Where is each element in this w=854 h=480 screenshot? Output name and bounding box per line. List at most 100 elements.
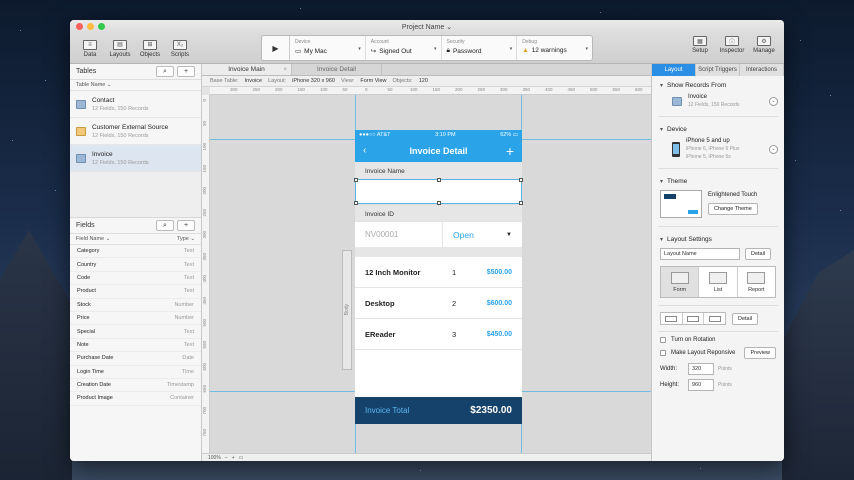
responsive-checkbox[interactable] [660, 350, 666, 356]
view-value[interactable]: Form View [360, 78, 386, 84]
device-selector-panel[interactable]: iPhone 5 and up iPhone 6, iPhone 6 Plus … [652, 136, 784, 165]
table-item[interactable]: Invoice 12 Fields, 150 Records [70, 145, 201, 172]
field-row[interactable]: Price Number [70, 312, 201, 326]
layout-toggle-icon[interactable]: ▭ [239, 455, 244, 461]
close-icon[interactable]: × [283, 67, 287, 73]
setup-button[interactable]: ▦ Setup [686, 36, 714, 54]
invoice-name-label[interactable]: Invoice Name [355, 162, 522, 179]
size-option-full[interactable] [661, 313, 683, 324]
field-row[interactable]: Purchase Date Date [70, 352, 201, 366]
field-row[interactable]: Code Text [70, 272, 201, 286]
detail-button[interactable]: Detail [745, 248, 772, 260]
field-row[interactable]: Special Text [70, 325, 201, 339]
tables-sort-header[interactable]: Table Name ⌄ [70, 80, 201, 91]
add-table-button[interactable]: + [177, 66, 195, 77]
search-button[interactable]: ⌕ [156, 220, 174, 231]
resize-handle[interactable] [354, 201, 358, 205]
invoice-name-field[interactable] [354, 178, 523, 205]
field-row[interactable]: Note Text [70, 339, 201, 353]
play-button[interactable]: ▶ [262, 36, 290, 60]
responsive-label[interactable]: Make Layout Reponsive [671, 350, 735, 356]
objects-button[interactable]: ⊞ Objects [136, 39, 164, 58]
invoice-id-label[interactable]: Invoice ID [355, 204, 522, 221]
manage-button[interactable]: ⚙ Manage [750, 36, 778, 54]
field-type-sort[interactable]: Type ⌄ [177, 236, 195, 242]
security-selector[interactable]: Security 🔒︎ Password ▾ [442, 36, 518, 60]
layout-name-input[interactable]: Layout Name [660, 248, 740, 260]
view-report-option[interactable]: Report [738, 267, 775, 297]
preview-button[interactable]: Preview [744, 347, 776, 359]
tab-interactions[interactable]: Interactions [740, 64, 784, 76]
layout-settings-heading[interactable]: Layout Settings [652, 230, 784, 246]
size-option-columns[interactable] [704, 313, 725, 324]
size-option-split[interactable] [683, 313, 705, 324]
width-input[interactable]: 320 [688, 363, 714, 375]
back-icon[interactable]: ‹ [363, 145, 366, 156]
base-table-value[interactable]: Invoice [245, 78, 262, 84]
resize-handle[interactable] [437, 178, 441, 182]
account-selector[interactable]: Account ↪ Signed Out ▾ [366, 36, 442, 60]
resize-handle[interactable] [519, 178, 523, 182]
field-row[interactable]: Login Time Time [70, 366, 201, 379]
change-theme-button[interactable]: Change Theme [708, 203, 758, 215]
zoom-in-button[interactable]: + [232, 455, 235, 461]
window-title[interactable]: Project Name ⌄ [402, 23, 452, 31]
close-button[interactable] [76, 23, 83, 30]
line-items-portal[interactable]: 12 Inch Monitor 1 $500.00 Desktop 2 $600.00 ER… [355, 257, 522, 350]
theme-heading[interactable]: Theme [652, 172, 784, 188]
scripts-button[interactable]: X₂ Scripts [166, 39, 194, 58]
left-sidebar: Tables ⌕ + Table Name ⌄ Contact 12 Fields… [70, 64, 202, 461]
rotation-checkbox[interactable] [660, 337, 666, 343]
invoice-total-label[interactable]: Invoice Total [365, 406, 409, 415]
tab-layout[interactable]: Layout [652, 64, 696, 76]
device-heading[interactable]: Device [652, 120, 784, 136]
line-item-row[interactable]: EReader 3 $450.00 [355, 319, 522, 350]
field-name-sort[interactable]: Field Name ⌄ [76, 236, 110, 242]
view-list-option[interactable]: List [699, 267, 738, 297]
detail-button[interactable]: Detail [732, 312, 759, 325]
invoice-total-value[interactable]: $2350.00 [470, 405, 512, 416]
chevron-down-icon[interactable]: ⌄ [769, 144, 778, 154]
status-dropdown[interactable]: Open ▼ [442, 222, 522, 247]
search-button[interactable]: ⌕ [156, 66, 174, 77]
add-field-button[interactable]: + [177, 220, 195, 231]
resize-handle[interactable] [437, 201, 441, 205]
zoom-button[interactable] [98, 23, 105, 30]
line-item-row[interactable]: 12 Inch Monitor 1 $500.00 [355, 257, 522, 288]
table-item[interactable]: Customer External Source 12 Fields, 150 R… [70, 118, 201, 145]
invoice-id-field[interactable]: NV00001 [355, 230, 442, 239]
chevron-down-icon[interactable]: ⌄ [769, 96, 778, 106]
add-icon[interactable]: + [506, 143, 514, 159]
tab-invoice-main[interactable]: Invoice Main × [202, 64, 292, 75]
layout-canvas[interactable]: Body ●●●○○ AT&T 3:10 PM 62% ▭ ‹ Invoice … [210, 95, 651, 453]
field-row[interactable]: Product Image Container [70, 392, 201, 406]
field-row[interactable]: Category Text [70, 245, 201, 259]
show-records-heading[interactable]: Show Records From [652, 76, 784, 92]
body-part-label[interactable]: Body [342, 250, 352, 370]
rotation-label[interactable]: Turn on Rotation [671, 337, 715, 343]
debug-selector[interactable]: Debug ▲ 12 warnings ▾ [517, 36, 592, 60]
table-item[interactable]: Contact 12 Fields, 150 Records [70, 91, 201, 118]
line-item-row[interactable]: Desktop 2 $600.00 [355, 288, 522, 319]
device-selector[interactable]: Device ▭ My Mac ▾ [290, 36, 366, 60]
show-records-selector[interactable]: Invoice 12 Fields, 150 Records ⌄ [652, 92, 784, 113]
tab-script-triggers[interactable]: Script Triggers [696, 64, 740, 76]
field-row[interactable]: Stock Number [70, 299, 201, 312]
field-row[interactable]: Product Text [70, 285, 201, 299]
zoom-out-button[interactable]: − [225, 455, 228, 461]
nav-title[interactable]: Invoice Detail [409, 146, 467, 156]
table-name-sort[interactable]: Table Name ⌄ [76, 82, 111, 88]
resize-handle[interactable] [519, 201, 523, 205]
height-input[interactable]: 960 [688, 379, 714, 391]
view-form-option[interactable]: Form [661, 267, 700, 297]
zoom-level[interactable]: 100% [208, 455, 221, 461]
layouts-button[interactable]: ▤ Layouts [106, 39, 134, 58]
tab-invoice-detail[interactable]: Invoice Detail [292, 64, 382, 75]
inspector-button[interactable]: ⓘ Inspector [718, 36, 746, 54]
field-row[interactable]: Country Text [70, 258, 201, 272]
data-button[interactable]: ≡ Data [76, 39, 104, 58]
field-row[interactable]: Creation Date Timestamp [70, 379, 201, 393]
minimize-button[interactable] [87, 23, 94, 30]
layout-value[interactable]: iPhone 320 x 960 [292, 78, 335, 84]
resize-handle[interactable] [354, 178, 358, 182]
